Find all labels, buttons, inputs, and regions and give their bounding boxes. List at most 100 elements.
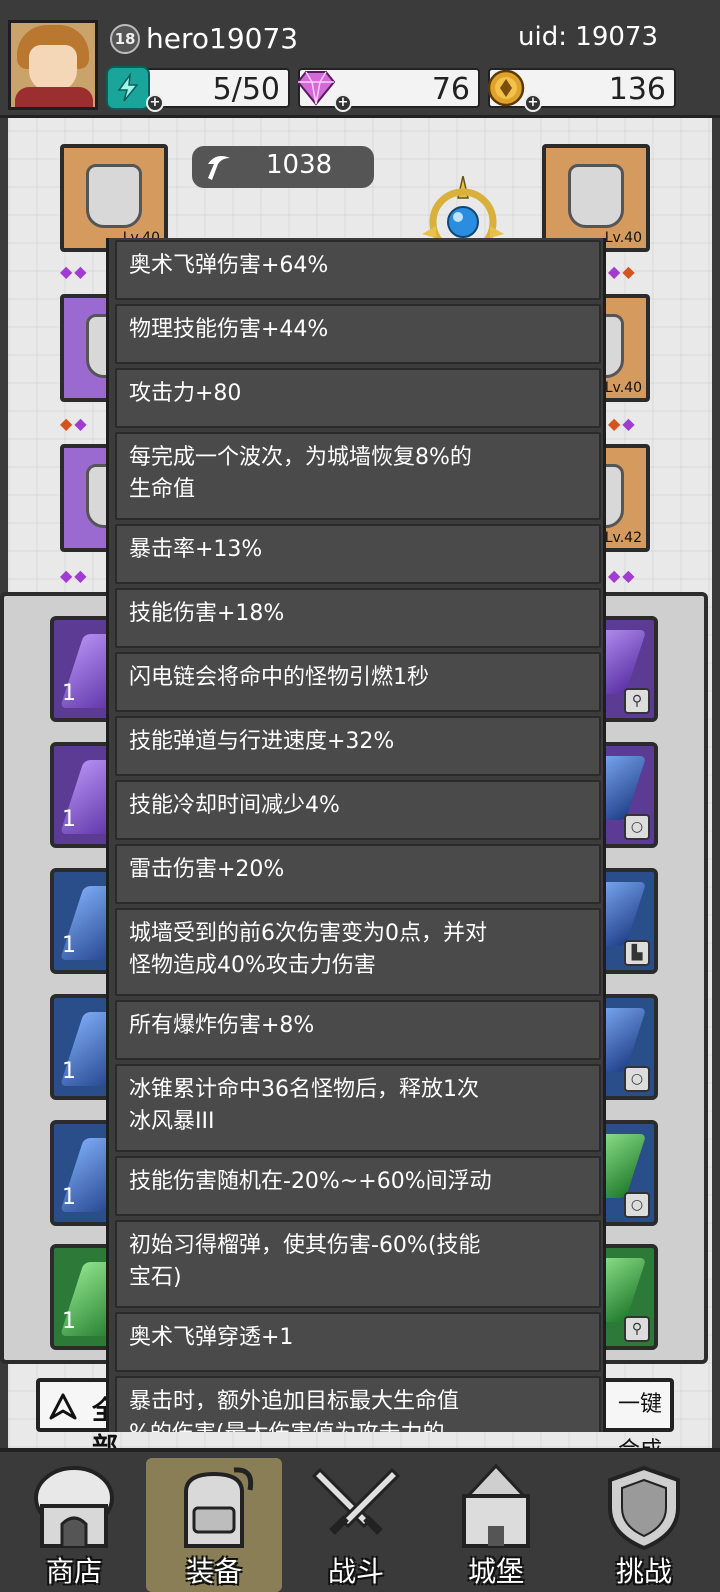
castle-icon bbox=[450, 1462, 542, 1552]
equip-level: Lv.40 bbox=[604, 380, 642, 396]
stat-row: 技能冷却时间减少4% bbox=[115, 780, 601, 840]
item-count: 1 bbox=[62, 807, 76, 832]
stat-row: 冰锥累计命中36名怪物后，释放1次 冰风暴III bbox=[115, 1064, 601, 1152]
stat-text: 暴击率+13% bbox=[129, 537, 263, 562]
stat-row: 技能伤害随机在-20%~+60%间浮动 bbox=[115, 1156, 601, 1216]
triangle-up-icon bbox=[48, 1392, 78, 1429]
boot-icon: ▙ bbox=[624, 940, 650, 966]
stat-text: 物理技能伤害+44% bbox=[129, 317, 329, 342]
add-gems-button[interactable]: + bbox=[334, 94, 352, 112]
stat-text: 技能伤害+18% bbox=[129, 601, 285, 626]
player-uid: uid: 19073 bbox=[518, 22, 658, 52]
stat-text: 每完成一个波次，为城墙恢复8%的 bbox=[129, 445, 472, 470]
stat-text: 攻击力+80 bbox=[129, 381, 242, 406]
equip-level: Lv.40 bbox=[604, 230, 642, 246]
stat-row: 攻击力+80 bbox=[115, 368, 601, 428]
stat-row: 奥术飞弹穿透+1 bbox=[115, 1312, 601, 1372]
nav-label: 挑战 bbox=[615, 1555, 672, 1588]
socket-gems: ◆◆ bbox=[608, 566, 637, 585]
stat-row: 技能弹道与行进速度+32% bbox=[115, 716, 601, 776]
nav-label: 商店 bbox=[45, 1555, 102, 1588]
gold-resource: + 136 bbox=[487, 68, 676, 112]
stat-row: 暴击率+13% bbox=[115, 524, 601, 584]
stat-text: 初始习得榴弹，使其伤害-60%(技能 bbox=[129, 1233, 481, 1258]
helmet-icon bbox=[86, 164, 142, 228]
nav-tab-shop[interactable]: 商店 bbox=[6, 1458, 142, 1592]
nav-label: 战斗 bbox=[327, 1555, 384, 1588]
stat-text: 奥术飞弹穿透+1 bbox=[129, 1325, 294, 1350]
stat-row: 闪电链会将命中的怪物引燃1秒 bbox=[115, 652, 601, 712]
pickaxe-icon bbox=[202, 150, 236, 188]
ring-icon: ○ bbox=[624, 1192, 650, 1218]
stat-text: 技能弹道与行进速度+32% bbox=[129, 729, 395, 754]
socket-gems: ◆◆ bbox=[60, 414, 89, 433]
item-count: 1 bbox=[62, 1309, 76, 1334]
stat-text: 奥术飞弹伤害+64% bbox=[129, 253, 329, 278]
gloves-icon bbox=[568, 164, 624, 228]
stat-text: 城墙受到的前6次伤害变为0点，并对 bbox=[129, 921, 487, 946]
item-count: 1 bbox=[62, 681, 76, 706]
player-level-badge: 18 bbox=[110, 24, 140, 54]
equip-slot-helmet[interactable]: Lv.40 bbox=[60, 144, 168, 252]
nav-label: 城堡 bbox=[467, 1555, 524, 1588]
stat-row: 城墙受到的前6次伤害变为0点，并对 怪物造成40%攻击力伤害 bbox=[115, 908, 601, 996]
stat-row: 技能伤害+18% bbox=[115, 588, 601, 648]
nav-tab-equipment[interactable]: 装备 bbox=[146, 1458, 282, 1592]
nav-tab-battle[interactable]: 战斗 bbox=[288, 1458, 424, 1592]
merge-all-button[interactable]: 一键合成 bbox=[594, 1378, 674, 1463]
stat-text: 闪电链会将命中的怪物引燃1秒 bbox=[129, 665, 429, 690]
stat-text: 冰锥累计命中36名怪物后，释放1次 bbox=[129, 1077, 479, 1102]
stat-text: %的伤害(最大伤害值为攻击力的 bbox=[129, 1418, 587, 1432]
staff-icon: ⚲ bbox=[624, 1316, 650, 1342]
item-count: 1 bbox=[62, 1185, 76, 1210]
staff-icon: ⚲ bbox=[624, 688, 650, 714]
stat-text: 冰风暴III bbox=[129, 1109, 215, 1134]
energy-value: 5/50 bbox=[212, 72, 280, 107]
add-energy-button[interactable]: + bbox=[146, 94, 164, 112]
socket-gems: ◆◆ bbox=[60, 566, 89, 585]
item-count: 1 bbox=[62, 933, 76, 958]
top-bar: 18 hero19073 uid: 19073 + 5/50 + 76 + 13… bbox=[0, 0, 720, 118]
stat-text: 技能冷却时间减少4% bbox=[129, 793, 340, 818]
shop-icon bbox=[28, 1462, 120, 1552]
stat-row: 初始习得榴弹，使其伤害-60%(技能 宝石) bbox=[115, 1220, 601, 1308]
nav-tab-challenge[interactable]: 挑战 bbox=[576, 1458, 712, 1592]
stat-row: 雷击伤害+20% bbox=[115, 844, 601, 904]
lightning-icon bbox=[106, 66, 150, 110]
ring-icon: ○ bbox=[624, 814, 650, 840]
backpack-icon bbox=[168, 1462, 260, 1552]
stat-row: 物理技能伤害+44% bbox=[115, 304, 601, 364]
socket-gems: ◆◆ bbox=[608, 262, 637, 281]
combat-power: 1038 bbox=[192, 146, 374, 188]
stat-text: 怪物造成40%攻击力伤害 bbox=[129, 953, 376, 978]
stat-text: 宝石) bbox=[129, 1265, 182, 1290]
equip-slot-gloves[interactable]: Lv.40 bbox=[542, 144, 650, 252]
stat-text: 所有爆炸伤害+8% bbox=[129, 1013, 315, 1038]
nav-label: 装备 bbox=[185, 1555, 242, 1588]
gem-value: 76 bbox=[431, 72, 470, 107]
socket-gems: ◆◆ bbox=[60, 262, 89, 281]
coin-icon bbox=[484, 66, 528, 110]
stat-row: 所有爆炸伤害+8% bbox=[115, 1000, 601, 1060]
gem-resource: + 76 bbox=[296, 68, 480, 112]
equip-level: Lv.42 bbox=[604, 530, 642, 546]
stat-row: 每完成一个波次，为城墙恢复8%的 生命值 bbox=[115, 432, 601, 520]
stat-row: 暴击时，额外追加目标最大生命值 %的伤害(最大伤害值为攻击力的 bbox=[115, 1376, 601, 1432]
stat-text: 雷击伤害+20% bbox=[129, 857, 285, 882]
bottom-nav: 商店 装备 战斗 城堡 挑战 bbox=[0, 1448, 720, 1592]
item-count: 1 bbox=[62, 1059, 76, 1084]
stat-row: 奥术飞弹伤害+64% bbox=[115, 240, 601, 300]
stat-text: 生命值 bbox=[129, 477, 196, 502]
ring-icon: ○ bbox=[624, 1066, 650, 1092]
add-gold-button[interactable]: + bbox=[524, 94, 542, 112]
nav-tab-castle[interactable]: 城堡 bbox=[428, 1458, 564, 1592]
crossed-swords-icon bbox=[310, 1462, 402, 1552]
energy-resource: + 5/50 bbox=[106, 66, 290, 112]
socket-gems: ◆◆ bbox=[608, 414, 637, 433]
player-avatar[interactable] bbox=[8, 20, 98, 110]
stat-text: 技能伤害随机在-20%~+60%间浮动 bbox=[129, 1169, 492, 1194]
stat-list-panel[interactable]: 奥术飞弹伤害+64% 物理技能伤害+44% 攻击力+80 每完成一个波次，为城墙… bbox=[106, 238, 606, 1432]
player-name: hero19073 bbox=[146, 22, 299, 55]
gold-value: 136 bbox=[608, 72, 666, 107]
diamond-icon bbox=[294, 66, 338, 110]
